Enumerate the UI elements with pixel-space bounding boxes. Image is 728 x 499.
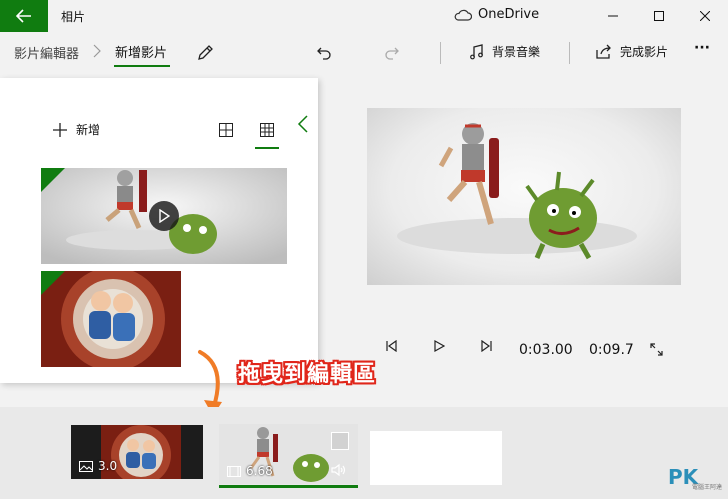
- title-bar: 相片 OneDrive: [0, 0, 728, 32]
- toolbar: 影片編輯器 新增影片 背景音樂 完成影片 ···: [0, 32, 728, 76]
- step-back-icon: [386, 340, 397, 352]
- play-overlay-button[interactable]: [149, 201, 179, 231]
- preview-frame-image: [397, 123, 637, 260]
- pencil-icon: [198, 45, 213, 60]
- large-grid-view-button[interactable]: [219, 122, 233, 141]
- play-icon: [159, 209, 170, 223]
- watermark-tagline: 電腦王阿達: [692, 484, 723, 491]
- background-music-button[interactable]: 背景音樂: [492, 43, 540, 60]
- storyboard-clip-photo[interactable]: 3.0: [71, 425, 203, 479]
- play-icon: [434, 340, 445, 352]
- app-title: 相片: [61, 10, 86, 24]
- clip-duration-label: 3.0: [79, 459, 117, 473]
- expand-icon: [650, 343, 663, 356]
- music-note-icon: [469, 44, 485, 60]
- close-icon: [700, 11, 710, 21]
- toolbar-divider: [440, 42, 441, 64]
- grid-small-icon: [260, 123, 274, 137]
- toolbar-divider: [569, 42, 570, 64]
- video-preview[interactable]: [367, 108, 681, 285]
- clip-duration: 6.68: [246, 464, 273, 478]
- minimize-button[interactable]: [590, 0, 636, 32]
- rename-button[interactable]: [194, 42, 216, 64]
- selected-clip-underline: [219, 485, 358, 488]
- breadcrumb-video-editor[interactable]: 影片編輯器: [14, 43, 79, 62]
- redo-button[interactable]: [381, 42, 403, 64]
- back-button[interactable]: [0, 0, 48, 32]
- clip-audio-button[interactable]: [331, 462, 347, 481]
- finish-video-button[interactable]: 完成影片: [620, 43, 668, 60]
- undo-button[interactable]: [313, 42, 335, 64]
- fullscreen-button[interactable]: [650, 343, 663, 356]
- selected-corner-badge: [41, 271, 65, 295]
- previous-frame-button[interactable]: [385, 340, 397, 352]
- maximize-button[interactable]: [636, 0, 682, 32]
- share-icon: [595, 43, 613, 61]
- speaker-icon: [331, 463, 346, 477]
- maximize-icon: [654, 11, 664, 21]
- clip-select-checkbox[interactable]: [331, 432, 349, 450]
- minimize-icon: [608, 15, 618, 17]
- clip-duration-label: 6.68: [227, 464, 273, 478]
- total-time: 0:09.7: [589, 342, 634, 358]
- project-library-panel: 新增: [0, 78, 318, 383]
- step-forward-icon: [481, 340, 492, 352]
- selected-corner-badge: [41, 168, 65, 192]
- collapse-panel-button[interactable]: [297, 114, 309, 138]
- onedrive-label: OneDrive: [478, 7, 540, 22]
- small-grid-view-button[interactable]: [260, 122, 274, 141]
- grid-large-icon: [219, 123, 233, 137]
- onedrive-button[interactable]: OneDrive: [454, 7, 539, 22]
- view-mode-underline: [255, 147, 279, 149]
- back-arrow-icon: [16, 9, 31, 23]
- image-icon: [79, 460, 93, 472]
- drag-to-storyboard-annotation: 拖曳到編輯區: [238, 362, 377, 387]
- more-options-button[interactable]: ···: [694, 40, 710, 56]
- play-button[interactable]: [434, 340, 445, 352]
- storyboard: 3.0 6.68: [0, 407, 728, 499]
- library-video-thumbnail[interactable]: [41, 168, 287, 264]
- close-button[interactable]: [682, 0, 728, 32]
- clip-duration: 3.0: [98, 459, 118, 473]
- chevron-left-icon: [297, 115, 308, 133]
- add-media-button[interactable]: 新增: [52, 121, 100, 138]
- video-icon: [227, 465, 241, 477]
- library-photo-thumbnail[interactable]: [41, 271, 181, 367]
- storyboard-clip-video[interactable]: 6.68: [219, 424, 358, 484]
- chevron-right-icon: [93, 44, 101, 58]
- storyboard-empty-slot[interactable]: [370, 431, 502, 485]
- plus-icon: [53, 122, 67, 137]
- breadcrumb-new-video[interactable]: 新增影片: [115, 42, 167, 61]
- active-tab-underline: [114, 65, 170, 67]
- undo-icon: [317, 47, 331, 60]
- redo-icon: [385, 47, 399, 60]
- add-label: 新增: [76, 123, 101, 137]
- cloud-icon: [454, 9, 472, 21]
- current-time: 0:03.00: [519, 342, 573, 358]
- next-frame-button[interactable]: [481, 340, 493, 352]
